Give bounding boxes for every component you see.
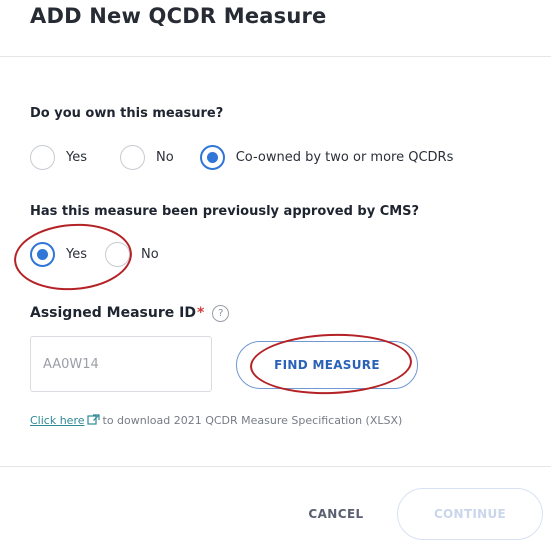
approval-option-yes[interactable]: Yes xyxy=(30,242,87,267)
find-measure-button[interactable]: FIND MEASURE xyxy=(236,341,418,389)
measure-id-label: Assigned Measure ID*? xyxy=(30,305,230,322)
radio-label: No xyxy=(156,150,174,165)
approval-radio-group: Yes No xyxy=(30,242,159,267)
help-icon[interactable]: ? xyxy=(212,305,230,322)
ownership-radio-group: Yes No Co-owned by two or more QCDRs xyxy=(30,145,453,170)
radio-button[interactable] xyxy=(105,242,130,267)
radio-button[interactable] xyxy=(30,145,55,170)
ownership-option-yes[interactable]: Yes xyxy=(30,145,87,170)
radio-label: Yes xyxy=(66,247,87,262)
required-marker: * xyxy=(196,305,205,321)
radio-button[interactable] xyxy=(120,145,145,170)
radio-label: No xyxy=(141,247,159,262)
ownership-option-no[interactable]: No xyxy=(120,145,174,170)
external-link-icon xyxy=(86,414,100,425)
bottom-divider xyxy=(0,466,551,467)
approval-option-no[interactable]: No xyxy=(105,242,159,267)
continue-button[interactable]: CONTINUE xyxy=(397,488,543,540)
download-instructions: Click here to download 2021 QCDR Measure … xyxy=(30,414,402,427)
click-here-link[interactable]: Click here xyxy=(30,414,85,427)
measure-id-input[interactable] xyxy=(30,336,212,392)
dialog-title: ADD New QCDR Measure xyxy=(30,4,327,28)
cancel-button[interactable]: CANCEL xyxy=(296,500,376,528)
radio-button-selected[interactable] xyxy=(199,145,225,170)
ownership-option-co-owned[interactable]: Co-owned by two or more QCDRs xyxy=(199,145,454,170)
radio-label: Yes xyxy=(66,150,87,165)
approval-question: Has this measure been previously approve… xyxy=(30,204,420,219)
ownership-question: Do you own this measure? xyxy=(30,106,224,121)
radio-button-selected[interactable] xyxy=(30,242,55,267)
top-divider xyxy=(0,56,551,57)
radio-label: Co-owned by two or more QCDRs xyxy=(235,150,454,165)
measure-id-label-text: Assigned Measure ID xyxy=(30,305,196,321)
download-description: to download 2021 QCDR Measure Specificat… xyxy=(102,414,403,427)
